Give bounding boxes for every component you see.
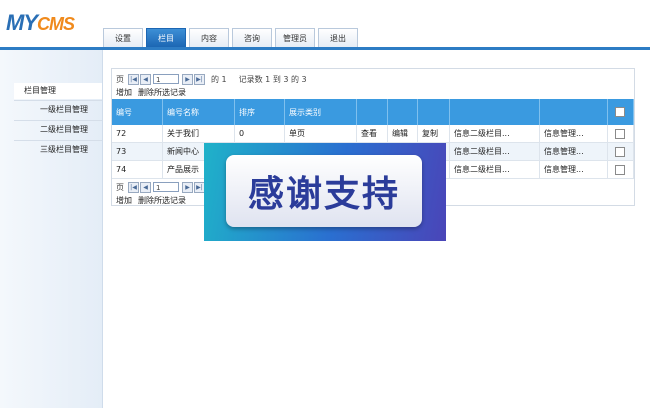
view-link[interactable]: 查看 — [356, 125, 388, 143]
page-number-input[interactable]: 1 — [153, 74, 179, 84]
info-subcolumn-link[interactable]: 信息二级栏目... — [449, 160, 540, 179]
tab-consult[interactable]: 咨询 — [232, 28, 272, 47]
action-links-bottom: 增加 删除所选记录 — [116, 195, 192, 206]
table-header-row: 编号 编号名称 排序 展示类别 — [112, 99, 634, 125]
sidebar-item-level3[interactable]: 三级栏目管理 — [14, 140, 102, 158]
info-manage-link[interactable]: 信息管理... — [539, 160, 608, 179]
prev-page-icon[interactable]: ◀ — [140, 73, 151, 85]
col-view — [356, 99, 388, 125]
pager-page-label: 页 — [116, 74, 124, 84]
select-all-checkbox[interactable] — [615, 107, 625, 117]
delete-selected-link[interactable]: 删除所选记录 — [138, 196, 186, 205]
info-manage-link[interactable]: 信息管理... — [539, 142, 608, 161]
delete-selected-link[interactable]: 删除所选记录 — [138, 88, 186, 97]
tab-content[interactable]: 内容 — [189, 28, 229, 47]
main-tabs: 设置 栏目 内容 咨询 管理员 退出 — [103, 28, 361, 48]
thanks-banner: 感谢支持 — [204, 143, 446, 241]
cell-type: 单页 — [284, 125, 357, 143]
row-checkbox[interactable] — [615, 164, 625, 175]
col-order: 排序 — [234, 99, 285, 125]
table-row: 72 关于我们 0 单页 查看 编辑 复制 信息二级栏目... 信息管理... — [112, 125, 634, 143]
logo-cms: CMS — [37, 14, 75, 34]
cell-select — [607, 142, 634, 161]
edit-link[interactable]: 编辑 — [387, 125, 418, 143]
first-page-icon[interactable]: |◀ — [128, 73, 139, 85]
cell-id: 74 — [112, 160, 163, 179]
records-count: 记录数 1 到 3 的 3 — [238, 74, 307, 84]
row-checkbox[interactable] — [615, 128, 625, 139]
tab-columns[interactable]: 栏目 — [146, 28, 186, 47]
col-name: 编号名称 — [162, 99, 235, 125]
next-page-icon[interactable]: ▶ — [182, 181, 193, 193]
col-type: 展示类别 — [284, 99, 357, 125]
pager-top: 页 |◀ ◀ 1 ▶ ▶| 的 1 记录数 1 到 3 的 3 — [116, 73, 307, 85]
cell-order: 0 — [234, 125, 285, 143]
logo: MYCMS — [6, 10, 75, 36]
cell-select — [607, 125, 634, 143]
sidebar: 栏目管理 一级栏目管理 二级栏目管理 三级栏目管理 — [0, 50, 103, 408]
sidebar-item-level1[interactable]: 一级栏目管理 — [14, 100, 102, 118]
col-id: 编号 — [112, 99, 163, 125]
pager-page-label: 页 — [116, 182, 124, 192]
thanks-card: 感谢支持 — [226, 155, 422, 227]
sidebar-item-level2[interactable]: 二级栏目管理 — [14, 120, 102, 138]
cell-id: 73 — [112, 142, 163, 161]
col-edit — [387, 99, 418, 125]
row-checkbox[interactable] — [615, 146, 625, 157]
tab-settings[interactable]: 设置 — [103, 28, 143, 47]
col-copy — [417, 99, 450, 125]
col-info2 — [539, 99, 608, 125]
add-link[interactable]: 增加 — [116, 88, 132, 97]
tab-logout[interactable]: 退出 — [318, 28, 358, 47]
sidebar-title: 栏目管理 — [14, 83, 102, 99]
cell-name: 关于我们 — [162, 125, 235, 143]
next-page-icon[interactable]: ▶ — [182, 73, 193, 85]
add-link[interactable]: 增加 — [116, 196, 132, 205]
tab-admin[interactable]: 管理员 — [275, 28, 315, 47]
col-select — [607, 99, 634, 125]
pager-of-label: 的 1 — [211, 74, 227, 84]
page-number-input[interactable]: 1 — [153, 182, 179, 192]
thanks-text: 感谢支持 — [247, 174, 400, 215]
info-subcolumn-link[interactable]: 信息二级栏目... — [449, 142, 540, 161]
info-subcolumn-link[interactable]: 信息二级栏目... — [449, 125, 540, 143]
header: MYCMS 设置 栏目 内容 咨询 管理员 退出 — [0, 0, 650, 48]
logo-my: MY — [6, 10, 38, 35]
cell-id: 72 — [112, 125, 163, 143]
action-links-top: 增加 删除所选记录 — [116, 87, 192, 98]
last-page-icon[interactable]: ▶| — [194, 73, 205, 85]
copy-link[interactable]: 复制 — [417, 125, 450, 143]
info-manage-link[interactable]: 信息管理... — [539, 125, 608, 143]
col-info1 — [449, 99, 540, 125]
first-page-icon[interactable]: |◀ — [128, 181, 139, 193]
cell-select — [607, 160, 634, 179]
prev-page-icon[interactable]: ◀ — [140, 181, 151, 193]
